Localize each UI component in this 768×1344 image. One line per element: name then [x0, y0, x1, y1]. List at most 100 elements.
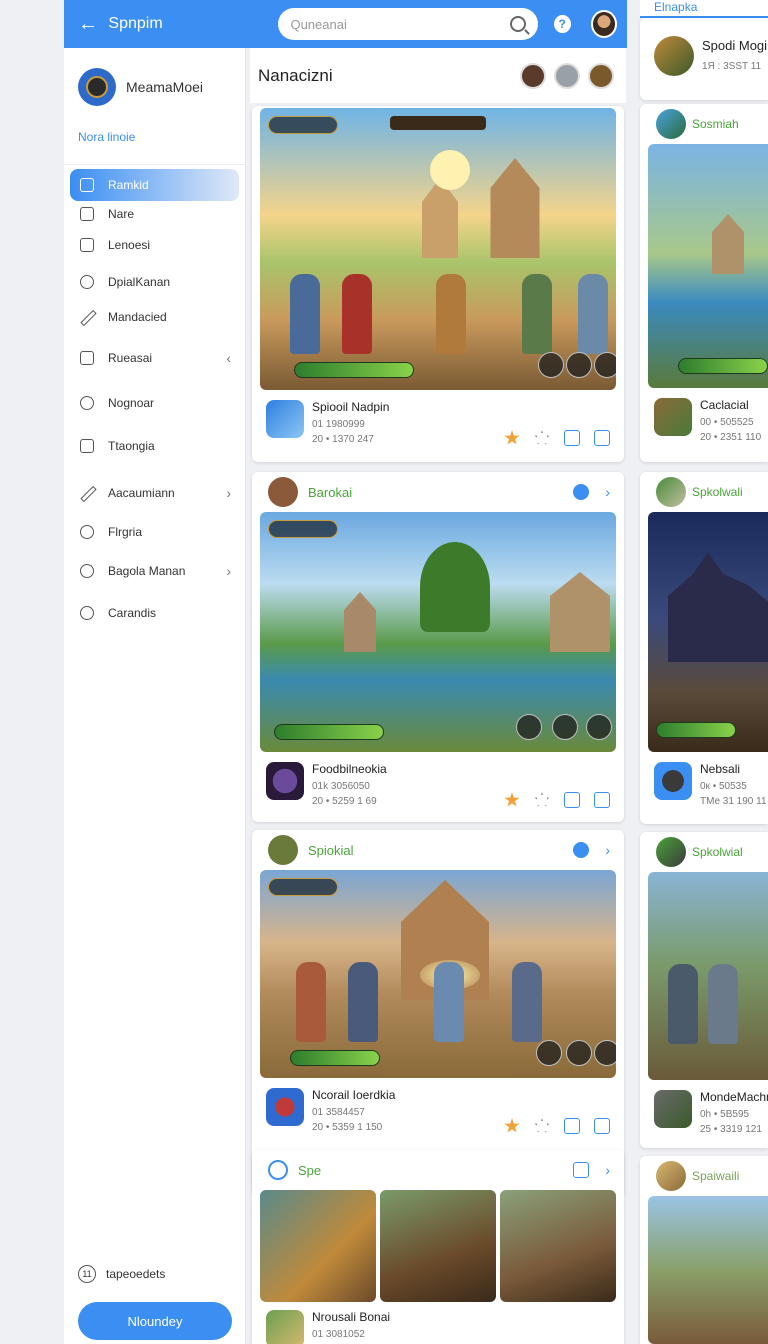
chevron-right-icon[interactable]: ›: [226, 563, 231, 579]
refresh-icon[interactable]: [573, 842, 590, 858]
app-icon[interactable]: [266, 1088, 304, 1126]
hud-health-icon: [268, 116, 338, 134]
card-actions: [490, 792, 610, 808]
game-screenshot[interactable]: [500, 1190, 616, 1302]
skill-icon[interactable]: [594, 1040, 616, 1066]
refresh-icon[interactable]: [573, 484, 590, 500]
card-title: Barokai: [308, 484, 353, 500]
game-card[interactable]: Spkolwial MondeMachn 0h • 5B595 25 • 331…: [640, 832, 768, 1148]
sidebar-item-lenoesi[interactable]: Lenoesi: [64, 227, 245, 263]
chevron-right-icon[interactable]: ›: [605, 1162, 610, 1178]
external-link-icon[interactable]: [594, 430, 610, 446]
app-icon[interactable]: [654, 398, 692, 436]
back-arrow-icon[interactable]: ←: [78, 13, 100, 36]
share-icon[interactable]: [564, 430, 580, 446]
game-card[interactable]: Spiooil Nadpin 01 1980999 20 • 1370 247: [252, 106, 624, 462]
game-card[interactable]: Barokai › Foodbilneokia 01k 3056050 20 •…: [252, 472, 624, 822]
skill-icon[interactable]: [586, 714, 612, 740]
skill-icon[interactable]: [566, 1040, 592, 1066]
author-avatar[interactable]: [268, 477, 298, 507]
game-screenshot[interactable]: [260, 1190, 376, 1302]
expand-icon[interactable]: [573, 1162, 590, 1178]
author-avatar[interactable]: [268, 835, 298, 865]
game-card[interactable]: Sosmiah Caclacial 00 • 505525 20 • 2351 …: [640, 104, 768, 462]
app-meta: Spodi Mogi 1Я : 3SST 11: [702, 38, 767, 74]
skill-icon[interactable]: [594, 352, 616, 378]
sidebar-item-rueasai[interactable]: Rueasai ‹: [64, 333, 245, 383]
sidebar-item-flrgria[interactable]: Flrgria: [64, 517, 245, 547]
game-screenshot[interactable]: [648, 512, 768, 752]
skill-icon[interactable]: [538, 352, 564, 378]
app-name: Foodbilneokia: [312, 762, 387, 776]
app-icon[interactable]: [266, 1310, 304, 1344]
friend-avatar[interactable]: [588, 62, 614, 89]
right-feed: Elnapka Spodi Mogi 1Я : 3SST 11 Sosmiah …: [640, 0, 768, 1344]
footer-link[interactable]: 11 tapeoedets: [64, 1260, 246, 1288]
friend-avatar[interactable]: [520, 62, 546, 89]
chevron-right-icon[interactable]: ›: [605, 484, 610, 500]
share-icon[interactable]: [564, 1118, 580, 1134]
section-link[interactable]: Nora linoie: [64, 112, 245, 156]
friend-avatar[interactable]: [554, 62, 580, 89]
chevron-left-icon[interactable]: ‹: [226, 350, 231, 366]
calendar-icon: [80, 439, 94, 453]
game-screenshot[interactable]: [380, 1190, 496, 1302]
primary-button[interactable]: Nloundey: [78, 1302, 232, 1340]
app-icon[interactable]: [654, 36, 694, 76]
sidebar-item-ramkid[interactable]: Ramkid: [70, 169, 239, 201]
sidebar-item-dpialkanan[interactable]: DpialKanan: [64, 263, 245, 301]
author-avatar[interactable]: [656, 1161, 686, 1191]
game-screenshot[interactable]: [648, 872, 768, 1080]
chevron-right-icon[interactable]: ›: [226, 485, 231, 501]
author-avatar[interactable]: [656, 837, 686, 867]
help-icon[interactable]: ?: [553, 15, 571, 33]
game-card[interactable]: Spaiwaili: [640, 1156, 768, 1344]
search-input[interactable]: Quneanai: [278, 8, 538, 40]
sidebar-item-label: Flrgria: [108, 525, 143, 539]
sidebar-item-aacaumiann[interactable]: Aacaumiann ›: [64, 469, 245, 517]
game-card[interactable]: Spkolwali Nebsali 0к • 50535 TMe 31 190 …: [640, 472, 768, 824]
game-screenshot[interactable]: [648, 144, 768, 388]
sidebar-item-nare[interactable]: Nare: [64, 201, 245, 227]
skill-icon[interactable]: [552, 714, 578, 740]
app-icon[interactable]: [266, 400, 304, 438]
external-link-icon[interactable]: [594, 792, 610, 808]
game-card[interactable]: Spe › Nrousali Bonai 01 3081052: [252, 1150, 624, 1344]
badge-icon[interactable]: [504, 792, 520, 807]
sidebar-item-ttaongia[interactable]: Ttaongia: [64, 423, 245, 469]
star-icon[interactable]: [534, 430, 550, 445]
star-icon[interactable]: [534, 1118, 550, 1133]
app-meta: Nrousali Bonai 01 3081052: [312, 1310, 390, 1342]
user-avatar[interactable]: [590, 10, 617, 38]
external-link-icon[interactable]: [594, 1118, 610, 1134]
game-card[interactable]: Spiokial › Ncorail Ioerdkia 01 3584457 2…: [252, 830, 624, 1196]
author-avatar[interactable]: [656, 477, 686, 507]
sidebar-item-mandacied[interactable]: Mandacied: [64, 301, 245, 333]
character-icon: [348, 962, 378, 1042]
share-icon[interactable]: [564, 792, 580, 808]
game-card[interactable]: Spodi Mogi 1Я : 3SST 11: [640, 18, 768, 100]
chevron-right-icon[interactable]: ›: [605, 842, 610, 858]
app-icon[interactable]: [654, 1090, 692, 1128]
sidebar-item-carandis[interactable]: Carandis: [64, 595, 245, 631]
game-screenshot[interactable]: [260, 870, 616, 1078]
search-icon[interactable]: [509, 16, 526, 32]
sidebar-item-bagola-manan[interactable]: Bagola Manan ›: [64, 547, 245, 595]
app-icon[interactable]: [266, 762, 304, 800]
character-icon: [512, 962, 542, 1042]
skill-icon[interactable]: [536, 1040, 562, 1066]
badge-icon[interactable]: [504, 1118, 520, 1133]
game-screenshot[interactable]: [648, 1196, 768, 1344]
author-avatar[interactable]: [656, 109, 686, 139]
skill-icon[interactable]: [566, 352, 592, 378]
game-screenshot[interactable]: [260, 108, 616, 390]
sidebar-item-nognoar[interactable]: Nognoar: [64, 383, 245, 423]
tab-elnapka[interactable]: Elnapka: [640, 0, 768, 18]
star-icon[interactable]: [534, 792, 550, 807]
game-screenshot[interactable]: [260, 512, 616, 752]
badge-icon[interactable]: [504, 430, 520, 445]
skill-icon[interactable]: [516, 714, 542, 740]
profile-row[interactable]: MeamaMoei: [64, 48, 245, 112]
hud-health-icon: [268, 520, 338, 538]
app-icon[interactable]: [654, 762, 692, 800]
